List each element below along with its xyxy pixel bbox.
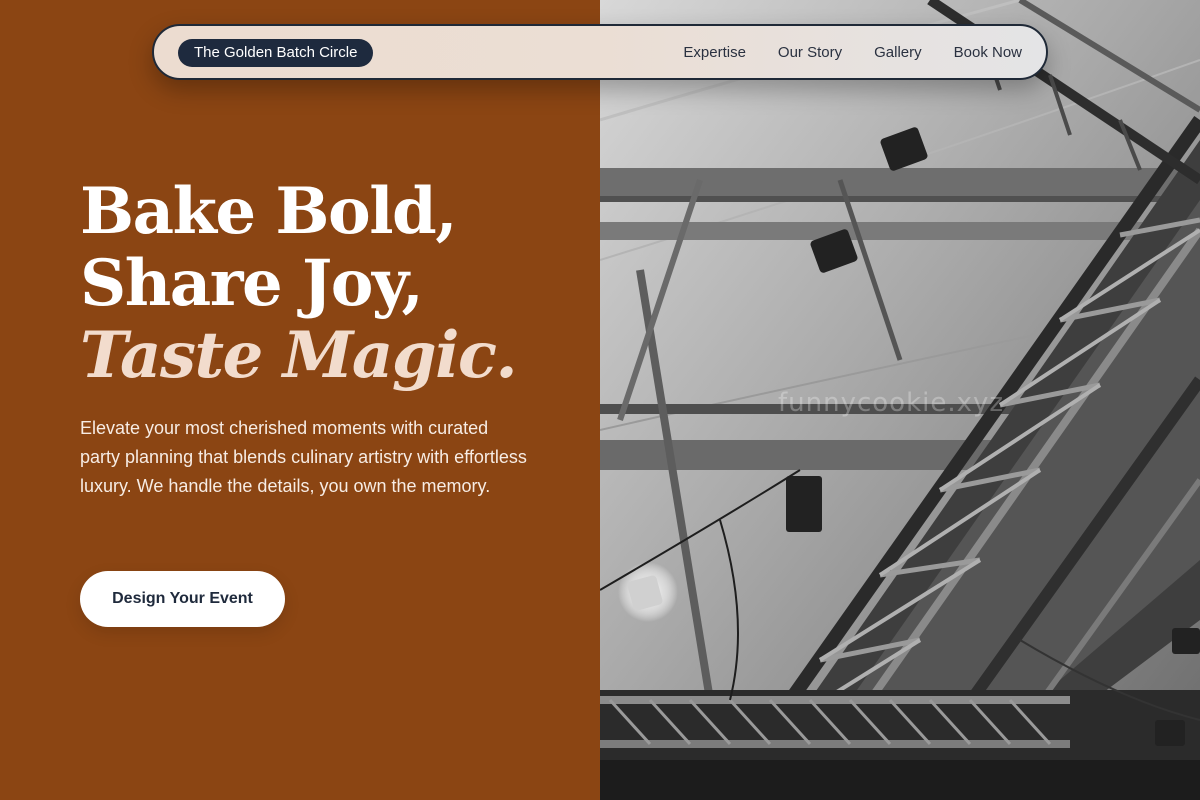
hero-title-line-3: Taste Magic. bbox=[80, 318, 518, 393]
watermark: funnycookie.xyz bbox=[778, 388, 1005, 418]
design-your-event-button[interactable]: Design Your Event bbox=[80, 571, 285, 627]
nav-link-book-now[interactable]: Book Now bbox=[954, 44, 1022, 61]
nav-link-gallery[interactable]: Gallery bbox=[874, 44, 922, 61]
top-navbar: The Golden Batch Circle Expertise Our St… bbox=[152, 24, 1048, 80]
hero-title-line-1: Bake Bold, bbox=[80, 174, 458, 249]
hero-panel: Bake Bold, Share Joy, Taste Magic. Eleva… bbox=[0, 0, 600, 800]
hero-title-line-2: Share Joy, bbox=[80, 246, 424, 321]
hero-description: Elevate your most cherished moments with… bbox=[80, 418, 527, 496]
hero-photo: funnycookie.xyz bbox=[600, 0, 1200, 800]
brand-logo-pill[interactable]: The Golden Batch Circle bbox=[178, 39, 374, 67]
hero-title: Bake Bold, Share Joy, Taste Magic. bbox=[80, 174, 518, 393]
nav-links: Expertise Our Story Gallery Book Now bbox=[683, 26, 1022, 78]
nav-link-our-story[interactable]: Our Story bbox=[778, 44, 842, 61]
nav-link-expertise[interactable]: Expertise bbox=[683, 44, 746, 61]
